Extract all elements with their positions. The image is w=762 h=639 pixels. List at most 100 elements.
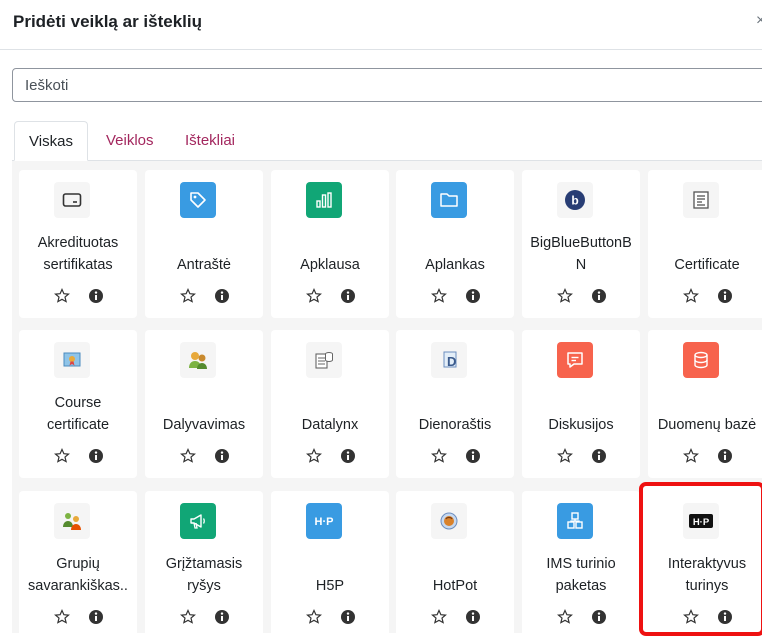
activity-label-line1: IMS turinio (546, 556, 616, 572)
activity-card-duomenu-baze[interactable]: Duomenų bazė (648, 330, 762, 478)
activity-label-line1: Akredituotas (37, 235, 119, 251)
activity-card-hotpot[interactable]: HotPot (396, 491, 514, 639)
group-selfselection-icon (54, 503, 90, 539)
info-icon[interactable] (214, 288, 230, 304)
star-icon[interactable] (431, 288, 447, 304)
activity-label: Dalyvavimas (162, 417, 246, 433)
activity-card-certificate[interactable]: Certificate (648, 170, 762, 318)
activity-card-apklausa[interactable]: Apklausa (271, 170, 389, 318)
tab-all[interactable]: Viskas (14, 121, 88, 161)
activity-label-line1: Grupių (56, 556, 100, 572)
activity-card-grizamasis-rysys[interactable]: Grįžtamasis ryšys (145, 491, 263, 639)
activity-card-datalynx[interactable]: Datalynx (271, 330, 389, 478)
star-icon[interactable] (180, 609, 196, 625)
h5p-dark-icon: H·P (683, 503, 719, 539)
svg-text:H·P: H·P (693, 517, 710, 528)
activity-card-bigbluebuttonbn[interactable]: b BigBlueButtonB N (522, 170, 640, 318)
modal-header: Pridėti veiklą ar išteklių × (0, 0, 762, 50)
activity-card-diskusijos[interactable]: Diskusijos (522, 330, 640, 478)
star-icon[interactable] (306, 288, 322, 304)
info-icon[interactable] (214, 448, 230, 464)
certificate-outline-icon (54, 182, 90, 218)
activity-label-line1: Interaktyvus (667, 556, 747, 572)
search-input[interactable] (12, 68, 762, 102)
forum-icon (557, 342, 593, 378)
activity-label-line2: N (575, 257, 587, 273)
activity-card-h5p[interactable]: H·P H5P (271, 491, 389, 639)
activity-card-grupiu-savarankiskas[interactable]: Grupių savarankiškas.. (19, 491, 137, 639)
close-button[interactable]: × (756, 12, 762, 30)
activity-label-line2: savarankiškas.. (28, 578, 128, 594)
activity-label: Aplankas (425, 257, 485, 273)
star-icon[interactable] (54, 609, 70, 625)
activity-label: Diskusijos (548, 417, 614, 433)
info-icon[interactable] (717, 609, 733, 625)
activity-card-interaktyvus-turinys[interactable]: H·P Interaktyvus turinys (639, 482, 762, 636)
activity-label: Duomenų bazė (657, 417, 757, 433)
svg-text:b: b (571, 194, 578, 208)
info-icon[interactable] (340, 448, 356, 464)
datalynx-icon (306, 342, 342, 378)
tab-activities[interactable]: Veiklos (106, 121, 154, 161)
info-icon[interactable] (591, 448, 607, 464)
star-icon[interactable] (306, 609, 322, 625)
activity-label: Dienoraštis (418, 417, 492, 433)
info-icon[interactable] (214, 609, 230, 625)
activity-label: HotPot (432, 578, 478, 594)
info-icon[interactable] (465, 448, 481, 464)
star-icon[interactable] (431, 609, 447, 625)
activity-card-akredituotas-sertifikatas[interactable]: Akredituotas sertifikatas (19, 170, 137, 318)
star-icon[interactable] (683, 448, 699, 464)
activity-card-course-certificate[interactable]: Course certificate (19, 330, 137, 478)
activity-label: Antraštė (177, 257, 231, 273)
info-icon[interactable] (465, 609, 481, 625)
modal-title: Pridėti veiklą ar išteklių (13, 12, 202, 31)
activity-card-dienorastis[interactable]: D Dienoraštis (396, 330, 514, 478)
tab-bar: Viskas Veiklos Ištekliai (12, 121, 762, 161)
info-icon[interactable] (88, 609, 104, 625)
svg-text:D: D (447, 354, 456, 369)
certificate-doc-icon (683, 182, 719, 218)
info-icon[interactable] (465, 288, 481, 304)
activity-card-dalyvavimas[interactable]: Dalyvavimas (145, 330, 263, 478)
star-icon[interactable] (306, 448, 322, 464)
star-icon[interactable] (683, 609, 699, 625)
megaphone-icon (180, 503, 216, 539)
journal-icon: D (431, 342, 467, 378)
activity-label: Datalynx (301, 417, 359, 433)
attendance-people-icon (180, 342, 216, 378)
bar-chart-icon (306, 182, 342, 218)
info-icon[interactable] (717, 448, 733, 464)
star-icon[interactable] (54, 288, 70, 304)
star-icon[interactable] (557, 609, 573, 625)
activity-label: Apklausa (300, 257, 360, 273)
info-icon[interactable] (88, 288, 104, 304)
course-certificate-icon (54, 342, 90, 378)
svg-text:H·P: H·P (315, 516, 334, 528)
star-icon[interactable] (557, 448, 573, 464)
activity-card-aplankas[interactable]: Aplankas (396, 170, 514, 318)
activity-label-line2: paketas (555, 578, 607, 594)
activity-label-line2: sertifikatas (43, 257, 113, 273)
star-icon[interactable] (54, 448, 70, 464)
info-icon[interactable] (340, 288, 356, 304)
activity-card-antraste[interactable]: Antraštė (145, 170, 263, 318)
info-icon[interactable] (717, 288, 733, 304)
tab-resources[interactable]: Ištekliai (185, 121, 235, 161)
info-icon[interactable] (88, 448, 104, 464)
star-icon[interactable] (431, 448, 447, 464)
folder-icon (431, 182, 467, 218)
star-icon[interactable] (557, 288, 573, 304)
activity-label-line2: certificate (46, 417, 110, 433)
info-icon[interactable] (591, 609, 607, 625)
star-icon[interactable] (683, 288, 699, 304)
ims-package-icon (557, 503, 593, 539)
info-icon[interactable] (340, 609, 356, 625)
info-icon[interactable] (591, 288, 607, 304)
activity-card-ims-turinio-paketas[interactable]: IMS turinio paketas (522, 491, 640, 639)
activity-label-line1: BigBlueButtonB (530, 235, 632, 251)
database-icon (683, 342, 719, 378)
star-icon[interactable] (180, 288, 196, 304)
star-icon[interactable] (180, 448, 196, 464)
bigbluebutton-icon: b (557, 182, 593, 218)
